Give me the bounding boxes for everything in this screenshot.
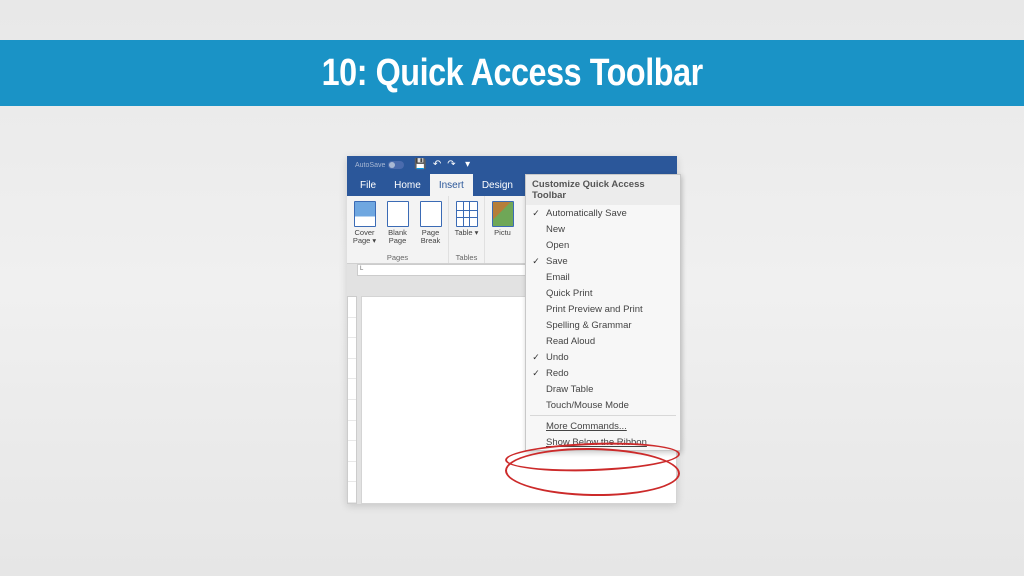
menu-item-read-aloud[interactable]: Read Aloud: [526, 333, 680, 349]
menu-separator: [530, 415, 676, 416]
check-icon: ✓: [526, 352, 546, 363]
pictures-icon: [492, 201, 514, 227]
menu-item-print-preview[interactable]: Print Preview and Print: [526, 301, 680, 317]
save-icon[interactable]: 💾: [414, 160, 426, 170]
check-icon: ✓: [526, 256, 546, 267]
menu-item-auto-save[interactable]: ✓Automatically Save: [526, 205, 680, 221]
menu-item-show-below[interactable]: Show Below the Ribbon: [526, 434, 680, 450]
cover-page-icon: [354, 201, 376, 227]
cover-page-button[interactable]: Cover Page ▾: [349, 199, 380, 252]
check-icon: ✓: [526, 208, 546, 219]
menu-item-redo[interactable]: ✓Redo: [526, 365, 680, 381]
group-label-tables: Tables: [456, 253, 478, 262]
ruler-vertical[interactable]: [347, 296, 357, 504]
blank-page-button[interactable]: Blank Page: [382, 199, 413, 252]
quick-access-toolbar: AutoSave 💾 ↶ ↷ ▾: [347, 156, 677, 174]
autosave-label: AutoSave: [355, 162, 385, 169]
page-break-icon: [420, 201, 442, 227]
page-break-button[interactable]: Page Break: [415, 199, 446, 252]
redo-icon[interactable]: ↷: [447, 160, 455, 170]
title-banner: 10: Quick Access Toolbar: [0, 40, 1024, 106]
slide-title: 10: Quick Access Toolbar: [321, 52, 702, 95]
tab-marker: L: [360, 266, 368, 274]
menu-item-new[interactable]: New: [526, 221, 680, 237]
table-icon: [456, 201, 478, 227]
menu-item-open[interactable]: Open: [526, 237, 680, 253]
table-button[interactable]: Table ▾: [451, 199, 482, 252]
menu-item-email[interactable]: Email: [526, 269, 680, 285]
menu-item-touch-mouse[interactable]: Touch/Mouse Mode: [526, 397, 680, 413]
menu-item-spelling[interactable]: Spelling & Grammar: [526, 317, 680, 333]
ribbon-group-pages: Cover Page ▾ Blank Page Page Break Pages: [347, 196, 449, 263]
blank-page-icon: [387, 201, 409, 227]
check-icon: ✓: [526, 368, 546, 379]
ribbon-group-illustrations: Pictu: [485, 196, 520, 263]
toggle-icon: [388, 161, 404, 169]
ribbon-group-tables: Table ▾ Tables: [449, 196, 485, 263]
undo-icon[interactable]: ↶: [433, 160, 441, 170]
menu-item-quick-print[interactable]: Quick Print: [526, 285, 680, 301]
menu-item-undo[interactable]: ✓Undo: [526, 349, 680, 365]
qat-dropdown-icon[interactable]: ▾: [462, 160, 474, 170]
group-label-pages: Pages: [387, 253, 408, 262]
menu-item-draw-table[interactable]: Draw Table: [526, 381, 680, 397]
autosave-toggle[interactable]: AutoSave: [355, 161, 404, 169]
menu-header: Customize Quick Access Toolbar: [526, 175, 680, 205]
qat-customize-menu: Customize Quick Access Toolbar ✓Automati…: [525, 174, 681, 451]
tab-design[interactable]: Design: [473, 174, 522, 196]
tab-home[interactable]: Home: [385, 174, 430, 196]
menu-item-more-commands[interactable]: More Commands...: [526, 418, 680, 434]
pictures-button[interactable]: Pictu: [487, 199, 518, 252]
tab-file[interactable]: File: [351, 174, 385, 196]
tab-insert[interactable]: Insert: [430, 174, 473, 196]
menu-item-save[interactable]: ✓Save: [526, 253, 680, 269]
word-window: AutoSave 💾 ↶ ↷ ▾ File Home Insert Design…: [347, 156, 677, 504]
